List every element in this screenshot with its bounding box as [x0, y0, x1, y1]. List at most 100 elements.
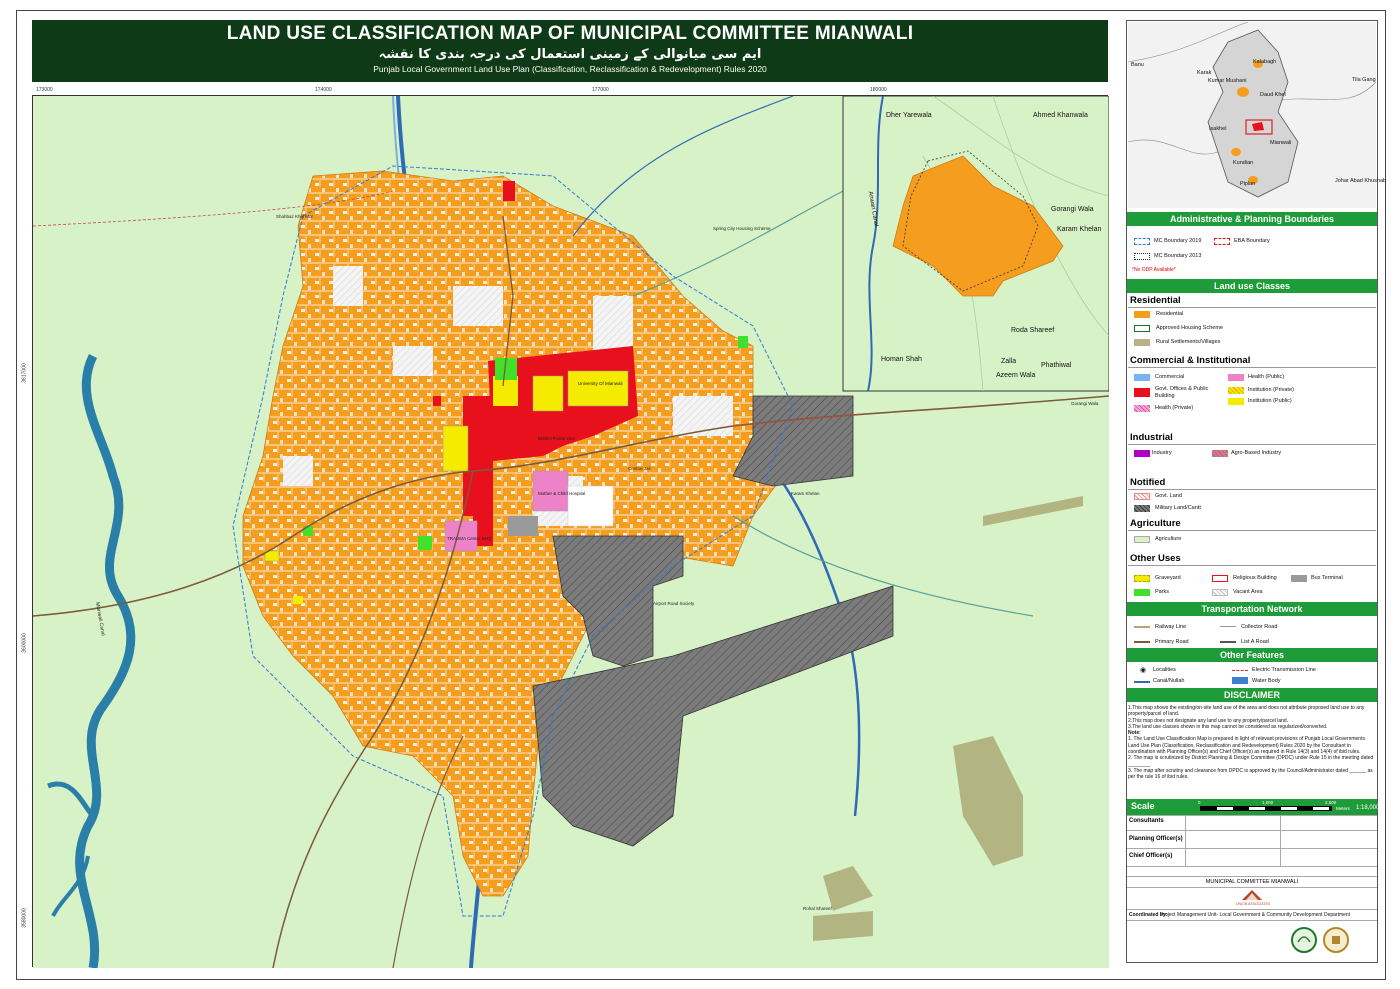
locator-kalabagh: Kalabagh — [1253, 59, 1277, 65]
map-title-urdu: ایم سی میانوالی کے زمینی استعمال کی درجہ… — [378, 47, 762, 62]
parks-label: Parks — [1155, 589, 1170, 595]
divider — [1127, 887, 1377, 888]
eba-swatch — [1214, 238, 1230, 245]
map-label-rohal-shareef: Rohal Shareef — [803, 906, 832, 911]
map-label-university: University Of Mianwali — [578, 381, 623, 386]
inset-label-dher-yarewala: Dher Yarewala — [886, 112, 932, 119]
railway-swatch — [1134, 626, 1150, 628]
locator-banu: Banu — [1131, 62, 1144, 68]
inset-label-azeem-wala: Azeem Wala — [996, 372, 1036, 379]
disclaimer-line: 1.This map shows the existing/on-site la… — [1128, 705, 1365, 718]
parks-swatch — [1134, 589, 1150, 596]
map-label-mch: Mother & Child Hospital — [538, 491, 586, 496]
water-swatch — [1232, 677, 1248, 684]
map-label-karam-khelan: Karam Khelan — [791, 491, 820, 496]
divider — [1128, 367, 1376, 368]
commercial-title: Commercial & Institutional — [1130, 355, 1251, 366]
transmission-swatch — [1232, 670, 1248, 671]
industry-label: Industry — [1152, 450, 1172, 456]
locator-kumar-mushani: Kumar Mushani — [1208, 78, 1247, 84]
primary-road-label: Primary Road — [1155, 639, 1189, 645]
inset-label-zalla: Zalla — [1001, 358, 1017, 365]
divider — [1128, 530, 1376, 531]
govt-label: Govt. Offices & Public Building — [1155, 386, 1209, 399]
collector-swatch — [1220, 626, 1236, 627]
agro-label: Agro-Based Industry — [1231, 450, 1282, 456]
map-canvas — [33, 96, 1109, 968]
canal-label: Canal/Nullah — [1153, 678, 1185, 684]
locator-kundian: Kundian — [1233, 160, 1254, 166]
locator-karak: Karak — [1197, 70, 1212, 76]
divider — [1128, 565, 1376, 566]
punjab-govt-logo — [1291, 927, 1317, 953]
list-a-swatch — [1220, 641, 1236, 643]
health-private-swatch — [1134, 405, 1150, 412]
mc-2019-label: MC Boundary 2019 — [1154, 238, 1202, 244]
bus-terminal-label: Bus Terminal — [1311, 575, 1343, 581]
collector-label: Collector Road — [1241, 624, 1278, 630]
coord-left-2: 3600000 — [21, 633, 28, 653]
map-label-spring-city: Spring City Housing Scheme — [713, 226, 771, 231]
inst-public-swatch — [1228, 398, 1244, 405]
disclaimer-line: 3. The map after scrutiny and clearance … — [1128, 767, 1373, 781]
coord-top-3: 177000 — [592, 87, 609, 93]
inst-private-label: Institution (Private) — [1248, 387, 1294, 393]
divider — [1127, 920, 1377, 921]
consultant-logo — [1242, 890, 1262, 900]
university — [567, 370, 629, 407]
map-subtitle: Punjab Local Government Land Use Plan (C… — [373, 64, 767, 74]
divider — [1127, 866, 1377, 867]
mc-2013-label: MC Boundary 2013 — [1154, 253, 1202, 259]
rural-label: Rural Settlements/Villages — [1156, 339, 1221, 345]
religious-swatch — [1212, 575, 1228, 582]
transport-header: Transportation Network — [1127, 602, 1377, 616]
locator-tila-gang: Tila Gang — [1352, 77, 1376, 83]
chief-officer-label: Chief Officer(s) — [1129, 853, 1173, 859]
divider — [1128, 489, 1376, 490]
scale-tick-0: 0 — [1198, 800, 1201, 805]
divider — [1127, 830, 1377, 831]
agro-swatch — [1212, 450, 1228, 457]
main-map[interactable]: Shahbaz Khel Mor Spring City Housing Sch… — [32, 95, 1109, 968]
coord-left-1: 3617000 — [21, 363, 28, 383]
mc-2013-swatch — [1134, 253, 1150, 260]
health-public-label: Health (Public) — [1248, 374, 1285, 380]
committee-name: MUNICIPAL COMMITTEE MIANWALI — [1205, 879, 1299, 885]
divider — [1127, 815, 1377, 816]
agriculture-title: Agriculture — [1130, 518, 1181, 529]
vacant-label: Vacant Area — [1233, 589, 1263, 595]
bus-terminal — [508, 516, 538, 536]
disclaimer-line: 1. The Land Use Classification Map is pr… — [1128, 736, 1365, 756]
locality-icon: ◉ — [1140, 667, 1147, 674]
govt-land-label: Govt. Land — [1155, 493, 1182, 499]
disclaimer-header: DISCLAIMER — [1127, 688, 1377, 702]
divider — [1280, 815, 1281, 866]
lg-department-logo — [1323, 927, 1349, 953]
consultants-label: Consultants — [1129, 818, 1164, 824]
divider — [1127, 848, 1377, 849]
health-public-swatch — [1228, 374, 1244, 381]
inst-private-swatch — [1228, 387, 1244, 394]
consultant-name: UNION ASSOCIATES — [1236, 902, 1271, 906]
coord-top-2: 174000 — [315, 87, 332, 93]
coord-top-1: 173000 — [36, 87, 53, 93]
vacant-swatch — [1212, 589, 1228, 596]
coord-top-4: 180000 — [870, 87, 887, 93]
residential-swatch — [1134, 311, 1150, 318]
map-label-hamlet: Shahbaz Khel Mor — [276, 214, 314, 219]
canal-swatch — [1134, 681, 1150, 683]
divider — [1128, 444, 1376, 445]
residential-title: Residential — [1130, 295, 1181, 306]
divider — [1185, 815, 1186, 866]
agriculture-swatch — [1134, 536, 1150, 543]
inset-label-homan-shah: Homan Shah — [881, 356, 922, 363]
divider — [1128, 307, 1376, 308]
map-label-airport-road: Airport Road Society — [653, 601, 695, 606]
coord-left-3: 3580000 — [21, 908, 28, 928]
scale-graphic — [1200, 806, 1332, 811]
eba-label: EBA Boundary — [1234, 238, 1270, 244]
primary-road-swatch — [1134, 641, 1150, 643]
rural-swatch — [1134, 339, 1150, 346]
divider — [1127, 876, 1377, 877]
mc-2019-swatch — [1134, 238, 1150, 245]
